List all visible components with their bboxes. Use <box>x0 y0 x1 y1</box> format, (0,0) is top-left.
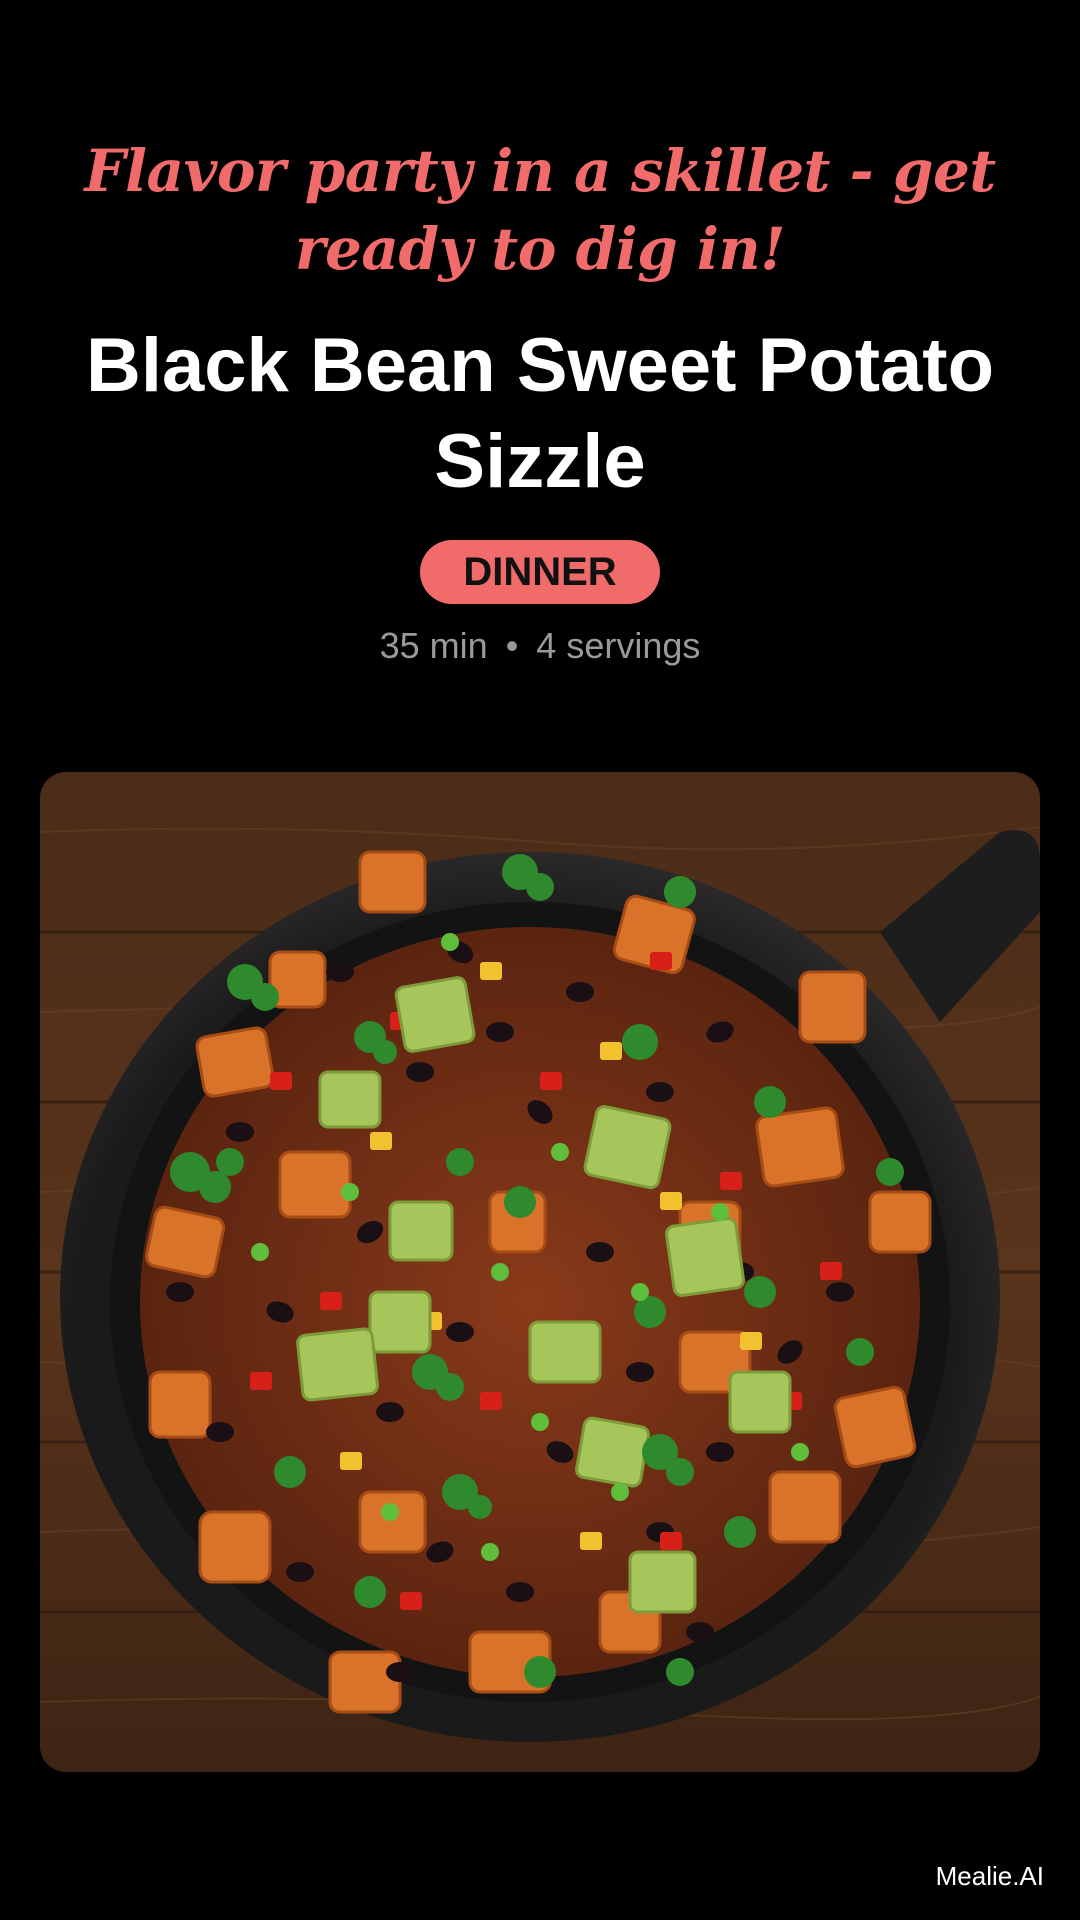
servings: 4 servings <box>536 625 701 666</box>
recipe-meta: 35 min • 4 servings <box>0 622 1080 670</box>
brand-watermark: Mealie.AI <box>935 1861 1044 1891</box>
recipe-card: Flavor party in a skillet - get ready to… <box>0 0 1080 1920</box>
prep-time: 35 min <box>379 625 488 666</box>
recipe-title: Black Bean Sweet Potato Sizzle <box>85 323 995 504</box>
meta-separator: • <box>505 625 519 666</box>
skillet-illustration <box>40 772 1040 1772</box>
recipe-photo <box>40 772 1040 1772</box>
recipe-tagline: Flavor party in a skillet - get ready to… <box>84 137 996 283</box>
category-badge: DINNER <box>420 540 660 604</box>
